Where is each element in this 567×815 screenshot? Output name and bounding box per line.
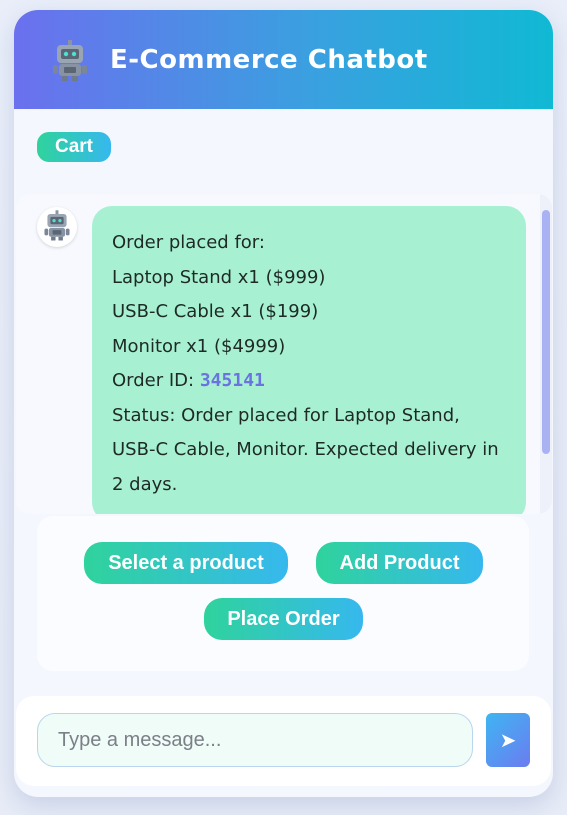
bot-avatar [37, 207, 77, 247]
bot-message-bubble: Order placed for: Laptop Stand x1 ($999)… [92, 206, 526, 514]
place-order-button[interactable]: Place Order [204, 598, 363, 640]
robot-icon [48, 38, 92, 82]
message-line: Monitor x1 ($4999) [112, 335, 286, 357]
scrollbar[interactable] [540, 194, 552, 514]
message-line: USB-C Cable x1 ($199) [112, 301, 319, 322]
quick-actions: Select a product Add Product Place Order [37, 516, 529, 671]
chat-title: E-Commerce Chatbot [110, 44, 428, 75]
chat-header: E-Commerce Chatbot [14, 10, 553, 109]
message-list[interactable]: Order placed for: Laptop Stand x1 ($999)… [16, 194, 552, 514]
cart-row: Cart [37, 132, 112, 162]
order-id-label: Order ID: [112, 370, 200, 391]
message-input[interactable] [37, 713, 473, 767]
order-id-line: Order ID: 345141 [112, 364, 506, 399]
chat-widget: E-Commerce Chatbot Cart Order placed for… [14, 10, 553, 797]
cart-button[interactable]: Cart [37, 132, 112, 162]
message-line: Order placed for: [112, 232, 265, 253]
robot-icon [43, 209, 71, 245]
composer: ➤ [16, 696, 551, 786]
order-id-value: 345141 [199, 370, 265, 391]
order-status: Status: Order placed for Laptop Stand, U… [112, 404, 499, 495]
add-product-button[interactable]: Add Product [316, 542, 483, 584]
scrollbar-thumb[interactable] [542, 210, 550, 454]
send-button[interactable]: ➤ [486, 713, 530, 767]
message-line: Laptop Stand x1 ($999) [112, 266, 326, 288]
select-product-button[interactable]: Select a product [84, 542, 288, 584]
send-arrow-icon: ➤ [499, 729, 517, 752]
